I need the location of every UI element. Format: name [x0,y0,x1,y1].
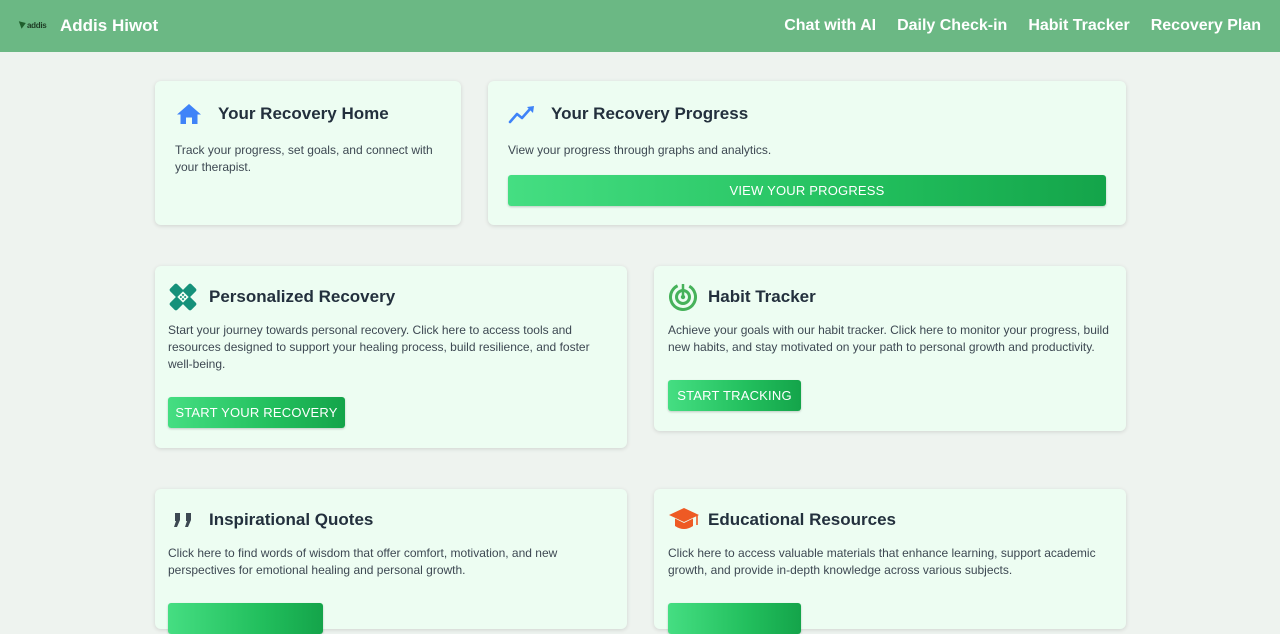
trend-line-icon [508,103,536,125]
target-icon [668,282,698,312]
start-recovery-button[interactable]: START YOUR RECOVERY [168,397,345,428]
education-button[interactable] [668,603,801,634]
card-title: Your Recovery Progress [551,104,749,123]
nav-chat-with-ai[interactable]: Chat with AI [784,17,876,35]
quote-icon [168,505,196,535]
personalized-recovery-card[interactable]: Personalized Recovery Start your journey… [155,266,627,448]
educational-resources-card[interactable]: Educational Resources Click here to acce… [654,489,1126,634]
card-description: Achieve your goals with our habit tracke… [668,323,1109,354]
nav-habit-tracker[interactable]: Habit Tracker [1028,17,1129,35]
brand[interactable]: addis Addis Hiwot [18,0,159,52]
card-description: Track your progress, set goals, and conn… [175,143,433,174]
bandage-icon [168,282,198,312]
start-tracking-button[interactable]: START TRACKING [668,380,801,411]
nav-recovery-plan[interactable]: Recovery Plan [1151,17,1261,35]
card-description: View your progress through graphs and an… [508,143,772,157]
card-title: Your Recovery Home [218,104,389,123]
card-title: Habit Tracker [708,287,816,306]
nav-daily-check-in[interactable]: Daily Check-in [897,17,1007,35]
view-progress-button[interactable]: VIEW YOUR PROGRESS [508,175,1106,206]
card-description: Start your journey towards personal reco… [168,323,590,371]
habit-tracker-card[interactable]: Habit Tracker Achieve your goals with ou… [654,266,1126,431]
card-description: Click here to find words of wisdom that … [168,546,558,577]
home-icon [176,103,202,125]
inspirational-quotes-card[interactable]: Inspirational Quotes Click here to find … [155,489,627,634]
card-description: Click here to access valuable materials … [668,546,1096,577]
graduation-cap-icon [668,505,700,535]
nav-links: Chat with AI Daily Check-in Habit Tracke… [763,0,1261,52]
card-title: Personalized Recovery [209,287,396,306]
top-navbar: addis Addis Hiwot Chat with AI Daily Che… [0,0,1280,52]
brand-name: Addis Hiwot [60,16,159,35]
card-title: Inspirational Quotes [209,510,374,529]
addis-logo: addis [18,19,52,33]
quotes-button[interactable] [168,603,323,634]
card-title: Educational Resources [708,510,897,529]
recovery-home-card[interactable]: Your Recovery Home Track your progress, … [155,81,461,225]
recovery-progress-card: Your Recovery Progress View your progres… [488,81,1126,225]
